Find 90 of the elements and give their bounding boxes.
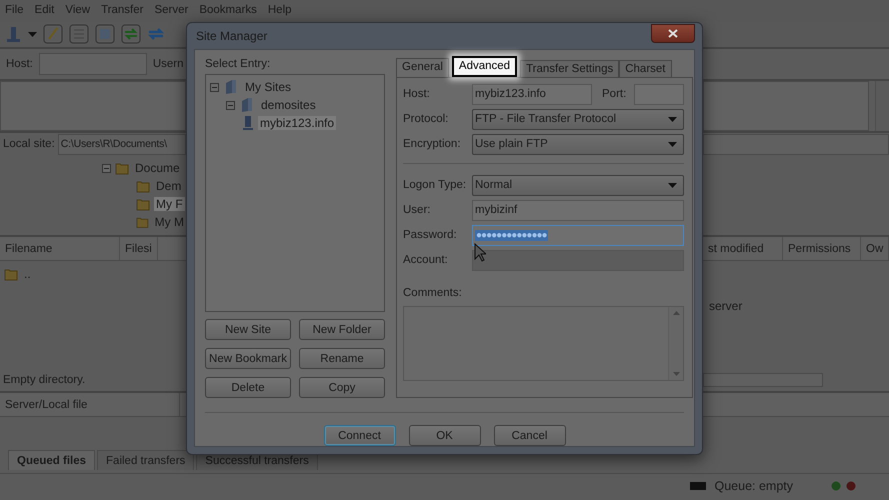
field-label: Port:: [602, 88, 626, 100]
tab[interactable]: General: [396, 58, 449, 77]
comments-label: Comments:: [403, 287, 463, 299]
dialog-button[interactable]: Cancel: [494, 425, 566, 446]
tree-item[interactable]: My Sites: [243, 80, 294, 94]
folder-icon: [136, 215, 149, 229]
caret-icon: [668, 182, 678, 188]
select-entry-label: Select Entry:: [205, 58, 272, 70]
dropdown[interactable]: Use plain FTP: [472, 134, 684, 154]
remote-message: server: [708, 299, 744, 313]
tree-item[interactable]: demosites: [259, 98, 318, 112]
column-header[interactable]: Filesi: [120, 237, 158, 260]
folder-icon: [239, 97, 255, 113]
entry-button[interactable]: Copy: [299, 377, 385, 398]
folder-icon: [115, 161, 129, 175]
caret-icon: [668, 116, 678, 122]
field-label: Logon Type:: [403, 179, 468, 191]
close-icon: [667, 28, 679, 38]
local-site-label: Local site:: [3, 138, 55, 150]
file-name[interactable]: ..: [22, 267, 33, 281]
close-button[interactable]: [651, 24, 695, 42]
remote-path-field[interactable]: [703, 134, 889, 154]
sites-icon: [223, 79, 239, 95]
local-status: Empty directory.: [2, 374, 86, 386]
password-field[interactable]: ●●●●●●●●●●●●●●: [472, 224, 684, 246]
username-label: Usern: [152, 58, 184, 70]
host-label: Host:: [6, 58, 33, 70]
list-icon[interactable]: [69, 24, 89, 44]
local-path-field[interactable]: C:\Users\R\Documents\: [58, 134, 186, 154]
tree-item[interactable]: Dem: [154, 179, 184, 193]
collapse-icon[interactable]: [226, 100, 235, 110]
column-header[interactable]: Permissions: [783, 237, 861, 260]
scroll-up-icon[interactable]: [672, 311, 680, 315]
arrows-icon[interactable]: [121, 24, 141, 44]
field-label: Password:: [403, 229, 458, 241]
caret-icon: [28, 32, 37, 36]
queue-tab[interactable]: Failed transfers: [97, 450, 194, 470]
menu-item[interactable]: Transfer: [96, 0, 150, 21]
menu-item[interactable]: Bookmarks: [194, 0, 263, 21]
field-label: Protocol:: [403, 113, 450, 125]
comments-field[interactable]: [403, 306, 684, 381]
menu-item[interactable]: View: [60, 0, 96, 21]
mouse-pointer-icon: [474, 243, 486, 262]
folder-icon: [136, 179, 150, 193]
tab[interactable]: Charset: [619, 60, 672, 77]
queue-status: Queue: empty: [714, 479, 793, 493]
dropdown[interactable]: Normal: [472, 174, 684, 196]
tree-item[interactable]: mybiz123.info: [258, 116, 336, 130]
host-field[interactable]: [38, 53, 147, 75]
field-label: Host:: [403, 88, 431, 100]
caret-icon: [668, 142, 678, 146]
menu-item[interactable]: Edit: [30, 0, 60, 21]
port-field[interactable]: [634, 84, 684, 104]
menu-item[interactable]: Server: [149, 0, 194, 21]
speed-limit-icon: [690, 482, 706, 490]
notepad-icon[interactable]: [43, 24, 63, 44]
field-label: Account:: [403, 254, 449, 266]
folder-icon: [136, 197, 150, 211]
host-field[interactable]: mybiz123.info: [472, 84, 592, 104]
horizontal-scrollbar[interactable]: [703, 373, 823, 387]
column-header[interactable]: Server/Local file: [0, 393, 180, 416]
entry-button[interactable]: Delete: [205, 377, 291, 398]
entry-button[interactable]: Rename: [299, 348, 385, 369]
field-label: User:: [403, 204, 432, 216]
menu-item[interactable]: File: [0, 0, 30, 21]
entry-button[interactable]: New Folder: [299, 319, 385, 340]
dropdown[interactable]: FTP - File Transfer Protocol: [472, 108, 684, 130]
server-icon[interactable]: [4, 25, 22, 43]
tree-item[interactable]: My F: [154, 197, 185, 211]
folder-icon: [4, 267, 18, 281]
dialog-button[interactable]: OK: [408, 425, 480, 446]
menu-item[interactable]: Help: [262, 0, 298, 21]
tree-item[interactable]: Docume: [133, 161, 182, 175]
tab[interactable]: Advanced: [452, 56, 518, 77]
dialog-button[interactable]: Connect: [324, 425, 396, 446]
collapse-icon[interactable]: [102, 164, 111, 172]
dialog-title: Site Manager: [195, 29, 268, 43]
tree-item[interactable]: My M: [152, 215, 186, 229]
column-header[interactable]: Ow: [861, 237, 889, 260]
entry-button[interactable]: New Bookmark: [205, 348, 291, 369]
entry-button[interactable]: New Site: [205, 319, 291, 340]
column-header[interactable]: Filename: [0, 237, 120, 260]
queue-tab[interactable]: Queued files: [8, 450, 96, 470]
collapse-icon[interactable]: [210, 82, 219, 92]
server-icon: [242, 115, 254, 131]
field-label: Encryption:: [403, 138, 462, 150]
scroll-down-icon[interactable]: [672, 372, 680, 376]
input-field[interactable]: mybizinf: [472, 200, 684, 220]
tab[interactable]: Transfer Settings: [520, 60, 620, 77]
window-icon[interactable]: [95, 24, 115, 44]
